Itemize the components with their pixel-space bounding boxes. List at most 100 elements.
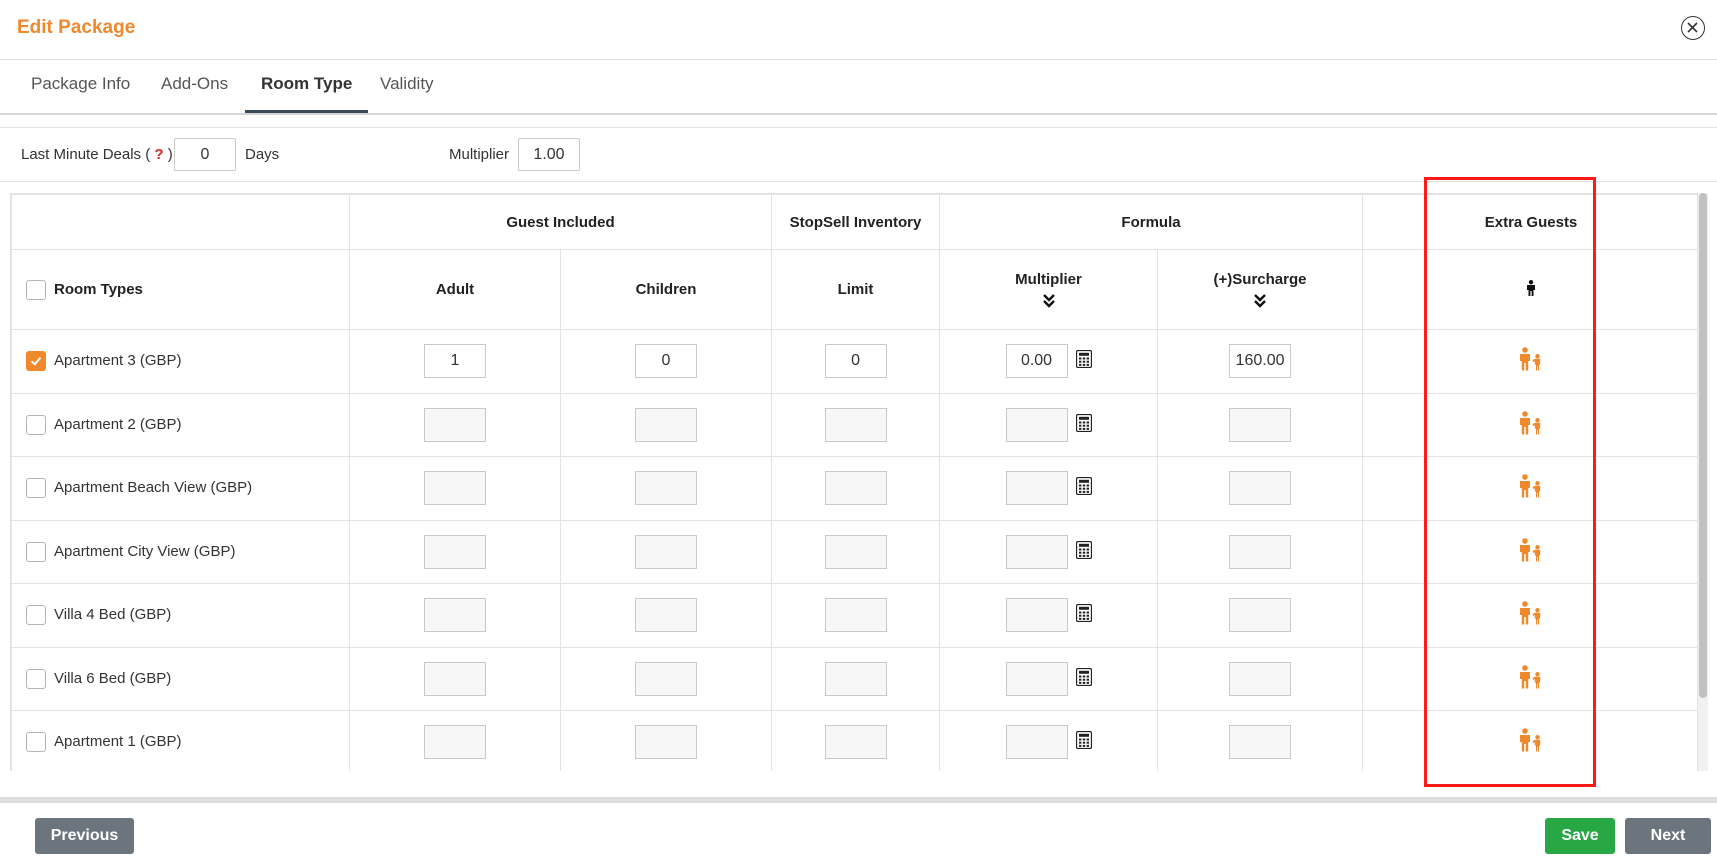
adult-input[interactable] [424,407,486,442]
header-adult: Adult [349,249,561,330]
room-type-table: Guest Included StopSell Inventory Formul… [11,194,1697,771]
children-input[interactable] [635,598,697,633]
surcharge-input[interactable] [1229,471,1292,506]
close-button[interactable] [1681,16,1705,40]
extra-guests-cell [1362,583,1697,648]
room-checkbox[interactable] [26,605,46,626]
surcharge-input[interactable]: 160.00 [1229,344,1292,379]
surcharge-input[interactable] [1229,725,1292,760]
calculator-icon[interactable] [1075,604,1092,626]
room-checkbox[interactable] [26,478,46,499]
multiplier-input[interactable]: 1.00 [518,138,580,171]
adult-input[interactable]: 1 [424,344,486,379]
multiplier-input[interactable] [1005,534,1068,569]
children-input[interactable] [635,407,697,442]
limit-input[interactable] [824,661,887,696]
adult-input[interactable] [424,725,486,760]
table-row: Apartment 1 (GBP) [11,710,1697,771]
multiplier-input[interactable] [1005,598,1068,633]
tab-bar: Package Info Add-Ons Room Type Validity [0,60,1717,115]
calculator-icon[interactable] [1075,667,1092,690]
modal-footer: Previous Save Next [0,803,1717,859]
multiplier-cell [939,710,1159,771]
room-type-cell: Villa 6 Bed (GBP) [11,646,350,711]
surcharge-input[interactable] [1229,661,1292,696]
multiplier-input[interactable] [1005,407,1068,442]
limit-input[interactable] [824,725,887,760]
adult-input[interactable] [424,598,486,633]
multiplier-input[interactable] [1005,471,1068,506]
children-input[interactable] [635,471,697,506]
room-checkbox[interactable] [26,668,46,689]
tab-package-info[interactable]: Package Info [15,60,146,113]
children-input[interactable] [635,661,697,696]
double-chevron-down-icon[interactable] [1042,294,1055,308]
room-type-cell: Apartment 2 (GBP) [11,392,350,457]
next-button[interactable]: Next [1625,818,1711,854]
modal-title: Edit Package [17,17,136,38]
last-minute-days-input[interactable]: 0 [174,138,236,171]
limit-cell [771,519,941,584]
family-icon[interactable] [1518,474,1544,502]
double-chevron-down-icon[interactable] [1254,294,1266,308]
room-type-name: Villa 6 Bed (GBP) [54,669,172,687]
family-icon[interactable] [1518,601,1544,629]
multiplier-cell [939,456,1159,521]
room-checkbox[interactable] [26,414,46,435]
calculator-icon[interactable] [1075,731,1092,753]
children-cell [559,456,773,521]
limit-input[interactable] [824,407,887,442]
multiplier-input[interactable] [1005,725,1068,760]
multiplier-input[interactable]: 0.00 [1005,344,1068,379]
extra-guests-cell [1362,710,1697,771]
multiplier-cell [939,519,1159,584]
room-checkbox[interactable] [26,351,46,372]
surcharge-input[interactable] [1229,534,1292,569]
select-all-checkbox[interactable] [26,279,46,300]
adult-cell [349,710,561,771]
calculator-icon[interactable] [1075,413,1092,436]
room-checkbox[interactable] [26,732,46,753]
tab-add-ons[interactable]: Add-Ons [145,60,244,113]
adult-input[interactable] [424,661,486,696]
family-icon[interactable] [1518,728,1544,756]
room-type-cell: Apartment Beach View (GBP) [11,456,350,521]
previous-button[interactable]: Previous [35,818,134,854]
header-children: Children [559,249,773,330]
header-multiplier: Multiplier [939,249,1159,330]
children-cell [559,519,773,584]
multiplier-input[interactable] [1005,661,1068,696]
family-icon[interactable] [1518,664,1544,693]
save-button[interactable]: Save [1545,818,1615,854]
family-icon[interactable] [1518,537,1544,566]
calculator-icon[interactable] [1075,350,1092,372]
room-type-name: Apartment 1 (GBP) [54,733,182,751]
room-type-name: Apartment Beach View (GBP) [54,479,253,497]
header-blank [11,194,350,250]
room-checkbox[interactable] [26,541,46,562]
limit-input[interactable] [824,471,887,506]
surcharge-input[interactable] [1229,407,1292,442]
family-icon[interactable] [1518,347,1544,375]
header-stopsell-inventory: StopSell Inventory [771,194,941,250]
limit-input[interactable] [824,534,887,569]
tab-validity[interactable]: Validity [364,60,450,113]
children-input[interactable] [635,725,697,760]
calculator-icon[interactable] [1075,540,1092,563]
calculator-icon[interactable] [1075,477,1092,499]
vertical-scrollbar-thumb[interactable] [1699,193,1707,698]
family-icon[interactable] [1518,410,1544,439]
children-input[interactable]: 0 [635,344,697,379]
tab-room-type[interactable]: Room Type [245,60,369,113]
children-input[interactable] [635,534,697,569]
help-icon[interactable]: ? [154,146,163,163]
adult-input[interactable] [424,471,486,506]
limit-cell [771,646,941,711]
surcharge-cell [1157,392,1364,457]
surcharge-input[interactable] [1229,598,1292,633]
room-type-table-container[interactable]: Guest Included StopSell Inventory Formul… [10,193,1698,771]
limit-input[interactable] [824,598,887,633]
multiplier-cell [939,646,1159,711]
limit-input[interactable]: 0 [824,344,887,379]
adult-input[interactable] [424,534,486,569]
